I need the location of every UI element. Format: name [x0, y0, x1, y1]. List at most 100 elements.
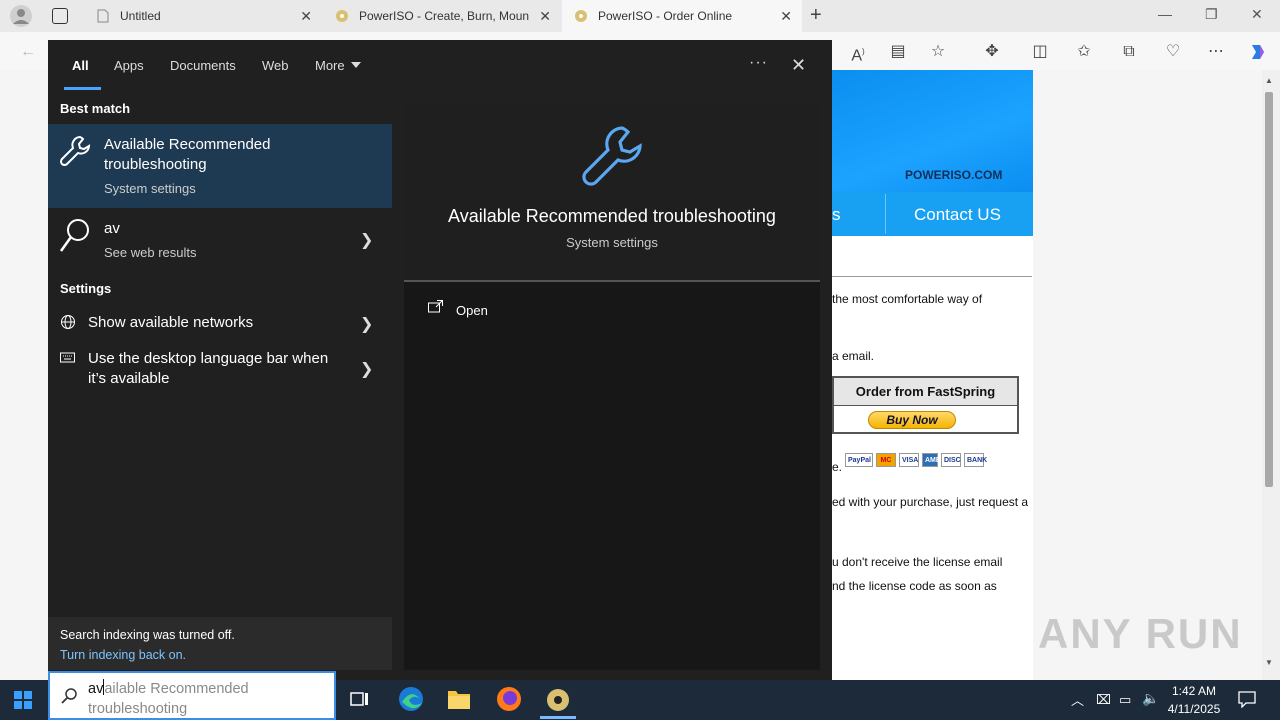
indexing-notice [48, 617, 392, 670]
open-icon [428, 300, 443, 316]
best-match-title-line2: troubleshooting [104, 156, 207, 173]
search-suggestion-line2: troubleshooting [88, 701, 188, 717]
page-text: a email. [832, 349, 875, 363]
tab-title: Untitled [120, 9, 161, 23]
close-icon[interactable]: ✕ [791, 55, 806, 76]
tab-title: PowerISO - Order Online [598, 9, 733, 23]
page-text: nd the license code as soon as [832, 579, 997, 593]
favorite-star-icon[interactable]: ☆ [928, 42, 948, 62]
clock-time[interactable]: 1:42 AM [1166, 684, 1222, 698]
tab-more[interactable]: More [315, 58, 345, 73]
firefox-icon[interactable] [496, 686, 522, 715]
clock-date[interactable]: 4/11/2025 [1163, 702, 1225, 716]
close-icon[interactable]: ✕ [300, 8, 312, 25]
collections-icon[interactable]: ⧉ [1119, 42, 1139, 62]
nav-item-partial[interactable]: s [832, 205, 841, 225]
tab-web[interactable]: Web [262, 58, 289, 73]
web-result[interactable] [48, 210, 392, 270]
more-options-icon[interactable]: ⋯ [1206, 42, 1226, 62]
payment-logos: PayPal MC VISA AMEX DISC BANK [845, 453, 987, 467]
restore-icon[interactable]: ❐ [1205, 6, 1218, 23]
turn-indexing-on-link[interactable]: Turn indexing back on. [60, 648, 186, 662]
order-header: Order from FastSpring [834, 378, 1017, 406]
new-tab-icon[interactable]: + [810, 4, 822, 27]
extensions-icon[interactable]: ✥ [982, 42, 1002, 62]
chevron-right-icon[interactable]: ❯ [360, 359, 373, 379]
profile-icon[interactable] [10, 5, 32, 27]
split-screen-icon[interactable]: ◫ [1030, 42, 1050, 62]
page-text: the most comfortable way of [832, 292, 983, 306]
settings-item-label: Show available networks [88, 314, 254, 331]
tab-apps[interactable]: Apps [114, 58, 144, 73]
edge-icon[interactable] [398, 686, 424, 715]
performance-icon[interactable]: ♡ [1163, 42, 1183, 62]
search-query-text: available Recommended troubleshooting [88, 679, 249, 719]
page-margin [0, 70, 48, 680]
globe-network-icon [60, 314, 76, 333]
tab-untitled[interactable]: Untitled ✕ [84, 0, 322, 32]
preview-divider [404, 280, 820, 282]
notifications-icon[interactable] [1238, 690, 1256, 711]
windows-start-icon[interactable] [14, 691, 32, 712]
search-typed-text: av [88, 681, 104, 697]
page-text: u don't receive the license email [832, 555, 1003, 569]
chevron-down-icon[interactable] [351, 62, 361, 68]
close-icon[interactable]: ✕ [539, 8, 551, 25]
settings-item-label: it’s available [88, 370, 170, 387]
visa-logo: VISA [899, 453, 919, 467]
watermark: ANY RUN [1038, 610, 1243, 657]
back-icon[interactable]: ← [18, 42, 38, 62]
wrench-icon [578, 122, 646, 193]
paypal-logo: PayPal [845, 453, 873, 467]
mastercard-logo: MC [876, 453, 896, 467]
network-icon[interactable]: ▭ [1119, 692, 1131, 708]
tab-title: PowerISO - Create, Burn, Mount, [359, 9, 529, 23]
scrollbar-thumb[interactable] [1265, 92, 1273, 487]
search-suggestion-line1: ailable Recommended [104, 681, 249, 697]
page-margin [1033, 70, 1262, 680]
tab-documents[interactable]: Documents [170, 58, 236, 73]
poweriso-taskbar-icon[interactable] [545, 687, 571, 716]
bank-logo: BANK [964, 453, 987, 467]
web-result-subtitle: See web results [104, 245, 197, 260]
immersive-reader-icon[interactable]: ▤ [888, 42, 908, 62]
task-view-icon[interactable] [350, 690, 370, 711]
best-match-heading: Best match [60, 101, 131, 116]
tab-all[interactable]: All [72, 58, 89, 73]
divider [832, 276, 1032, 277]
read-aloud-icon[interactable]: A) [848, 42, 868, 64]
more-options-icon[interactable]: ··· [749, 54, 768, 72]
tab-poweriso-create[interactable]: PowerISO - Create, Burn, Mount, ✕ [323, 0, 561, 32]
close-icon[interactable]: ✕ [780, 8, 792, 25]
tab-poweriso-order[interactable]: PowerISO - Order Online ✕ [562, 0, 802, 32]
search-icon [58, 217, 92, 258]
favorites-icon[interactable]: ✩ [1074, 42, 1094, 62]
browser-tab-bar: Untitled ✕ PowerISO - Create, Burn, Moun… [0, 0, 1280, 32]
buy-now-button[interactable]: Buy Now [868, 411, 956, 429]
keyboard-icon [60, 352, 76, 367]
settings-heading: Settings [60, 281, 112, 296]
show-hidden-icons-icon[interactable]: ︿ [1071, 690, 1084, 709]
scroll-down-icon[interactable]: ▼ [1265, 658, 1273, 667]
order-box: Order from FastSpring Buy Now [832, 376, 1019, 434]
device-icon[interactable]: ⌧ [1096, 692, 1111, 708]
copilot-icon[interactable] [1248, 42, 1268, 62]
nav-contact-us[interactable]: Contact US [914, 205, 1001, 225]
file-explorer-icon[interactable] [447, 688, 471, 713]
poweriso-icon [574, 9, 588, 23]
preview-subtitle: System settings [566, 235, 658, 250]
indexing-message: Search indexing was turned off. [60, 628, 235, 642]
best-match-subtitle: System settings [104, 181, 196, 196]
volume-icon[interactable]: 🔈 [1142, 690, 1159, 707]
best-match-title-line1: Available Recommended [104, 136, 271, 153]
chevron-right-icon[interactable]: ❯ [360, 314, 373, 334]
scroll-up-icon[interactable]: ▲ [1265, 76, 1273, 85]
discover-logo: DISC [941, 453, 961, 467]
workspaces-icon[interactable] [52, 8, 68, 24]
minimize-icon[interactable]: — [1158, 6, 1172, 22]
chevron-right-icon[interactable]: ❯ [360, 230, 373, 250]
wrench-icon [58, 134, 92, 171]
window-close-icon[interactable]: ✕ [1251, 6, 1263, 23]
open-label: Open [456, 303, 488, 318]
page-text: e. [832, 460, 843, 474]
